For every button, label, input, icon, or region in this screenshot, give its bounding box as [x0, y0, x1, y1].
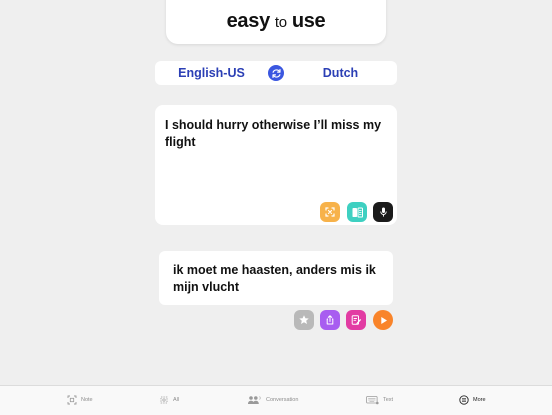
translation-card: ik moet me haasten, anders mis ik mijn v…	[159, 251, 393, 305]
note-scan-icon	[67, 395, 77, 405]
all-icon	[160, 396, 168, 404]
document-button[interactable]	[347, 202, 367, 222]
source-language-button[interactable]: English-US	[155, 66, 268, 80]
tab-all[interactable]: All	[159, 392, 179, 408]
tab-more[interactable]: More	[459, 392, 486, 408]
share-icon	[326, 315, 334, 325]
share-button[interactable]	[320, 310, 340, 330]
headline-word-to: to	[274, 13, 287, 31]
edit-icon	[351, 315, 361, 325]
play-icon	[380, 316, 387, 324]
more-icon	[459, 395, 469, 405]
microphone-icon	[379, 207, 387, 217]
tab-conversation[interactable]: Conversation	[247, 392, 298, 408]
play-button[interactable]	[373, 310, 393, 330]
headline-word-easy: easy	[226, 9, 271, 32]
expand-icon	[325, 207, 335, 217]
tab-note-label: Note	[81, 397, 93, 403]
keyboard-icon	[366, 396, 379, 405]
tab-text-label: Text	[383, 397, 394, 403]
people-icon	[248, 396, 261, 404]
language-selector: English-US Dutch	[155, 61, 397, 85]
tab-all-label: All	[173, 397, 180, 403]
document-icon	[352, 207, 363, 217]
tab-text[interactable]: Text	[366, 392, 393, 408]
tab-bar: Note All Conversation Text More	[0, 385, 552, 415]
tab-more-label: More	[473, 397, 486, 403]
headline-word-use: use	[291, 9, 326, 32]
target-language-button[interactable]: Dutch	[284, 66, 397, 80]
translation-text[interactable]: ik moet me haasten, anders mis ik mijn v…	[173, 262, 385, 295]
source-text-card[interactable]: I should hurry otherwise I’ll miss my fl…	[155, 105, 397, 225]
microphone-button[interactable]	[373, 202, 393, 222]
headline-card: easy to use	[166, 0, 386, 44]
swap-languages-button[interactable]	[268, 65, 284, 81]
source-text[interactable]: I should hurry otherwise I’ll miss my fl…	[165, 117, 389, 150]
favorite-button[interactable]	[294, 310, 314, 330]
swap-icon	[271, 68, 281, 78]
tab-note[interactable]: Note	[67, 392, 93, 408]
tab-conversation-label: Conversation	[266, 397, 299, 403]
edit-button[interactable]	[346, 310, 366, 330]
star-icon	[299, 315, 309, 324]
expand-button[interactable]	[320, 202, 340, 222]
